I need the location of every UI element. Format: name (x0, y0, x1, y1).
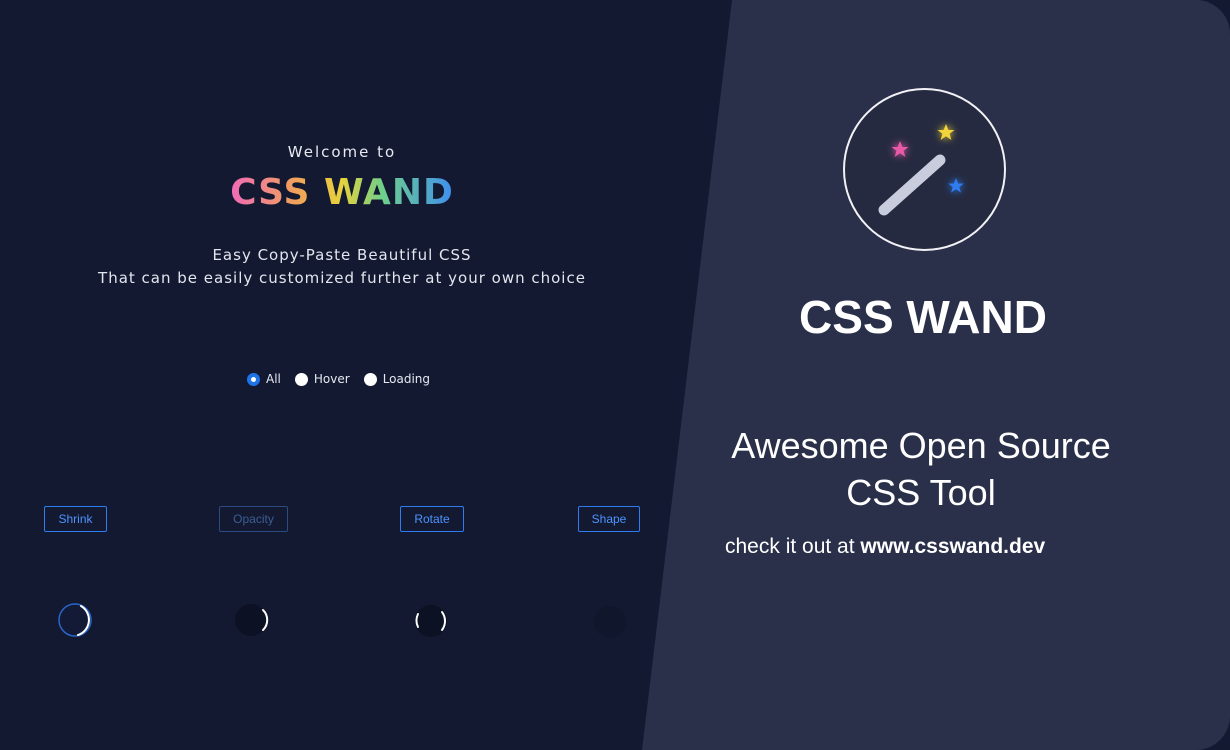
shape-button[interactable]: Shape (578, 506, 640, 532)
opacity-button[interactable]: Opacity (219, 506, 288, 532)
blue-star-icon (948, 178, 964, 193)
radio-loading[interactable] (363, 372, 377, 386)
tagline-line-2: That can be easily customized further at… (98, 269, 586, 287)
rotate-button[interactable]: Rotate (400, 506, 464, 532)
cta-url-link[interactable]: www.csswand.dev (860, 535, 1045, 558)
cta-text: check it out at www.csswand.dev (725, 535, 1045, 559)
wand-svg (878, 124, 964, 216)
welcome-text: Welcome to (287, 143, 397, 161)
filter-hover-label: Hover (313, 372, 350, 386)
pink-star-icon (891, 141, 909, 157)
cta-prefix: check it out at (725, 535, 855, 558)
magic-wand-icon (843, 88, 1006, 251)
filter-radio-group: All Hover Loading (247, 372, 430, 386)
radio-hover[interactable] (294, 372, 308, 386)
filter-hover[interactable]: Hover (294, 372, 350, 386)
loader-spinner-3 (415, 605, 447, 637)
brand-title: CSS WAND (230, 172, 454, 213)
filter-loading[interactable]: Loading (363, 372, 431, 386)
right-subtitle-line-1: Awesome Open Source (731, 425, 1111, 466)
filter-loading-label: Loading (382, 372, 431, 386)
filter-all-label: All (266, 372, 281, 386)
loader-spinner-4 (594, 606, 626, 638)
radio-all[interactable] (247, 372, 260, 386)
right-subtitle-line-2: CSS Tool (846, 472, 996, 513)
filter-all[interactable]: All (247, 372, 281, 386)
shrink-button[interactable]: Shrink (44, 506, 107, 532)
right-subtitle: Awesome Open Source CSS Tool (700, 422, 1142, 516)
loader-spinner-2 (235, 604, 269, 636)
tagline-line-1: Easy Copy-Paste Beautiful CSS (212, 246, 472, 264)
right-title: CSS WAND (799, 291, 1047, 343)
loader-spinner-1 (58, 603, 92, 637)
yellow-star-icon (937, 124, 955, 140)
